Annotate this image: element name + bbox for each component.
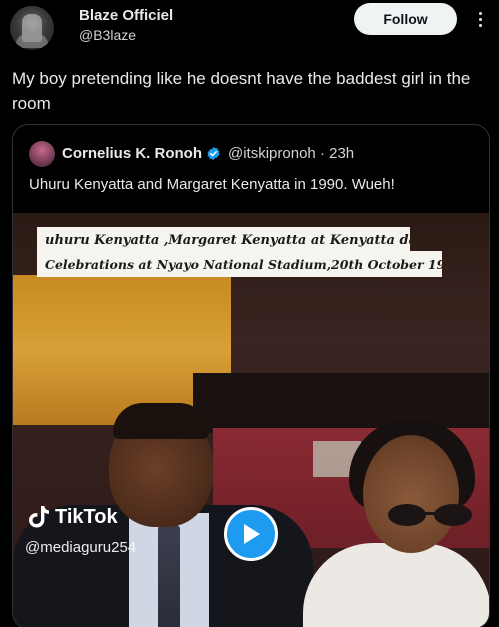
quoted-post[interactable]: Cornelius K. Ronoh @itskipronoh · 23h Uh…: [12, 124, 490, 627]
post-header: Blaze Officiel @B3laze Follow: [0, 0, 499, 60]
tiktok-brand: TikTok: [55, 505, 118, 528]
quoted-handle-time[interactable]: @itskipronoh · 23h: [228, 145, 354, 162]
play-button[interactable]: [224, 507, 278, 561]
post-text: My boy pretending like he doesnt have th…: [12, 69, 471, 113]
tie: [158, 525, 180, 627]
sunglasses: [388, 504, 472, 526]
verified-badge-icon: [207, 146, 220, 161]
tiktok-logo-icon: [29, 506, 49, 528]
video-caption-line1: uhuru Kenyatta ,Margaret Kenyatta at Ken…: [37, 227, 410, 253]
play-icon: [244, 524, 260, 544]
follow-button[interactable]: Follow: [354, 3, 457, 35]
separator-dot: ·: [319, 145, 325, 162]
background-shadow: [193, 373, 489, 433]
video-media[interactable]: uhuru Kenyatta ,Margaret Kenyatta at Ken…: [13, 213, 489, 627]
woman-dress: [303, 543, 489, 627]
quoted-avatar[interactable]: [29, 141, 55, 167]
man-hair: [113, 403, 209, 439]
video-caption-line2: Celebrations at Nyayo National Stadium,2…: [37, 251, 442, 277]
tiktok-watermark: TikTok: [27, 505, 118, 529]
tiktok-handle: @mediaguru254: [25, 539, 137, 556]
quoted-time[interactable]: 23h: [329, 145, 354, 162]
author-name[interactable]: Blaze Officiel: [79, 7, 173, 24]
author-handle[interactable]: @B3laze: [79, 27, 136, 43]
more-options-icon[interactable]: [468, 5, 492, 33]
quoted-author-name[interactable]: Cornelius K. Ronoh: [62, 145, 202, 162]
avatar[interactable]: [10, 6, 54, 50]
woman-head: [363, 435, 459, 553]
quoted-text: Uhuru Kenyatta and Margaret Kenyatta in …: [29, 176, 395, 193]
quoted-author-handle[interactable]: @itskipronoh: [228, 145, 316, 162]
